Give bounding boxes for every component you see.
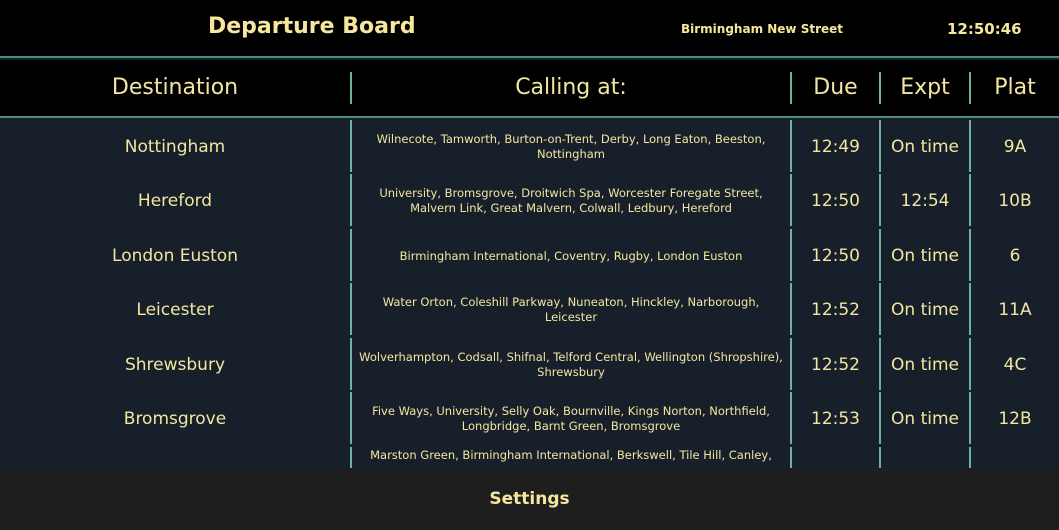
departures-list[interactable]: Nottingham Wilnecote, Tamworth, Burton-o… <box>0 118 1059 468</box>
calling-at-cell: University, Bromsgrove, Droitwich Spa, W… <box>379 186 763 215</box>
calling-at-cell: Water Orton, Coleshill Parkway, Nuneaton… <box>382 295 760 324</box>
due-cell: 12:50 <box>811 191 860 211</box>
destination-cell: Leicester <box>136 300 214 320</box>
departure-row: Shrewsbury Wolverhampton, Codsall, Shifn… <box>0 338 1059 392</box>
column-header-row: Destination Calling at: Due Expt Plat <box>0 60 1059 118</box>
column-header-due: Due <box>813 75 858 100</box>
column-header-destination: Destination <box>111 75 239 100</box>
calling-at-cell: Wilnecote, Tamworth, Burton-on-Trent, De… <box>376 132 766 161</box>
due-cell <box>792 447 879 468</box>
due-cell: 12:49 <box>811 137 860 157</box>
due-cell: 12:52 <box>811 300 860 320</box>
expected-cell: On time <box>891 300 959 320</box>
expected-cell: On time <box>891 409 959 429</box>
footer-bar: Settings <box>0 468 1059 530</box>
board-title: Departure Board <box>208 14 416 39</box>
expected-cell: On time <box>891 355 959 375</box>
departure-row: London Euston Birmingham International, … <box>0 229 1059 283</box>
destination-cell: Shrewsbury <box>124 355 226 375</box>
due-cell: 12:52 <box>811 355 860 375</box>
expected-cell: 12:54 <box>900 191 950 211</box>
departure-row: Leicester Water Orton, Coleshill Parkway… <box>0 283 1059 337</box>
departure-row: Bromsgrove Five Ways, University, Selly … <box>0 392 1059 446</box>
calling-at-cell: Birmingham International, Coventry, Rugb… <box>399 248 743 263</box>
departure-row: Hereford University, Bromsgrove, Droitwi… <box>0 174 1059 228</box>
calling-at-cell: Marston Green, Birmingham International,… <box>370 448 772 462</box>
destination-cell: Bromsgrove <box>123 409 227 429</box>
platform-cell: 12B <box>998 409 1032 429</box>
expected-cell: On time <box>891 246 959 266</box>
platform-cell: 9A <box>1003 137 1027 157</box>
column-header-platform: Plat <box>994 75 1036 100</box>
due-cell: 12:53 <box>811 409 860 429</box>
departure-row: Marston Green, Birmingham International,… <box>0 447 1059 468</box>
platform-cell <box>971 447 1059 468</box>
destination-cell <box>0 447 350 468</box>
destination-cell: Nottingham <box>124 137 226 157</box>
top-bar: Departure Board Birmingham New Street 12… <box>0 0 1059 58</box>
settings-button[interactable]: Settings <box>0 468 1059 530</box>
platform-cell: 4C <box>1003 355 1027 375</box>
platform-cell: 11A <box>998 300 1032 320</box>
expected-cell: On time <box>891 137 959 157</box>
expected-cell <box>881 447 969 468</box>
clock: 12:50:46 <box>947 20 1022 38</box>
platform-cell: 6 <box>1009 246 1021 266</box>
calling-at-cell: Five Ways, University, Selly Oak, Bournv… <box>372 404 770 433</box>
due-cell: 12:50 <box>811 246 860 266</box>
column-header-expected: Expt <box>900 75 950 100</box>
column-header-calling-at: Calling at: <box>515 75 627 100</box>
platform-cell: 10B <box>998 191 1032 211</box>
station-name: Birmingham New Street <box>681 22 844 36</box>
calling-at-cell: Wolverhampton, Codsall, Shifnal, Telford… <box>359 350 783 379</box>
departure-row: Nottingham Wilnecote, Tamworth, Burton-o… <box>0 120 1059 174</box>
destination-cell: London Euston <box>112 246 238 266</box>
destination-cell: Hereford <box>137 191 213 211</box>
